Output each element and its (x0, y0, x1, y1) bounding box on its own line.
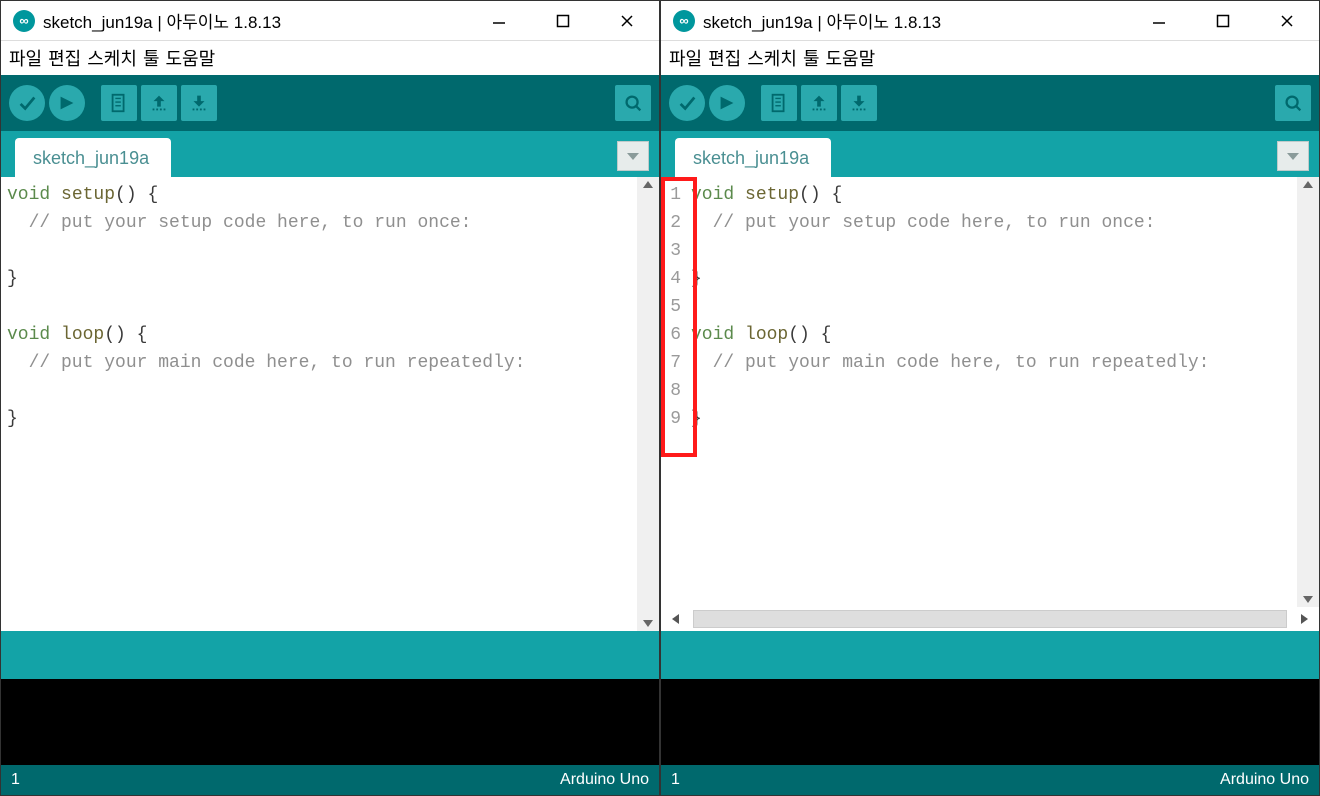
verify-button[interactable] (9, 85, 45, 121)
scroll-left-arrow[interactable] (663, 608, 689, 630)
upload-button[interactable] (49, 85, 85, 121)
minimize-button[interactable] (471, 1, 527, 41)
menu-tools[interactable]: 툴 (143, 45, 160, 71)
close-button[interactable] (1259, 1, 1315, 41)
console (661, 679, 1319, 765)
horizontal-scrollbar[interactable] (661, 607, 1319, 631)
menu-sketch[interactable]: 스케치 (87, 45, 137, 71)
open-button[interactable] (141, 85, 177, 121)
close-button[interactable] (599, 1, 655, 41)
arduino-app-icon: ∞ (673, 10, 695, 32)
open-button[interactable] (801, 85, 837, 121)
status-line: 1 (671, 771, 680, 789)
vertical-scrollbar[interactable] (637, 177, 659, 631)
editor: 123456789 void setup() { // put your set… (661, 177, 1319, 631)
menu-help[interactable]: 도움말 (826, 45, 876, 71)
verify-button[interactable] (669, 85, 705, 121)
menu-file[interactable]: 파일 (669, 45, 702, 71)
sketch-tab[interactable]: sketch_jun19a (15, 138, 171, 177)
status-board: Arduino Uno (1220, 771, 1309, 789)
scroll-track[interactable] (693, 610, 1287, 628)
window-title: sketch_jun19a | 아두이노 1.8.13 (703, 8, 941, 33)
tab-bar: sketch_jun19a (1, 131, 659, 177)
message-bar (661, 631, 1319, 679)
maximize-button[interactable] (1195, 1, 1251, 41)
maximize-button[interactable] (535, 1, 591, 41)
serial-monitor-button[interactable] (1275, 85, 1311, 121)
toolbar (1, 75, 659, 131)
code-area[interactable]: void setup() { // put your setup code he… (1, 177, 637, 631)
vertical-scrollbar[interactable] (1297, 177, 1319, 607)
menu-edit[interactable]: 편집 (708, 45, 741, 71)
tab-menu-dropdown[interactable] (1277, 141, 1309, 171)
save-button[interactable] (841, 85, 877, 121)
tab-bar: sketch_jun19a (661, 131, 1319, 177)
new-button[interactable] (101, 85, 137, 121)
menu-bar: 파일 편집 스케치 툴 도움말 (661, 41, 1319, 75)
status-board: Arduino Uno (560, 771, 649, 789)
menu-tools[interactable]: 툴 (803, 45, 820, 71)
menu-help[interactable]: 도움말 (166, 45, 216, 71)
menu-bar: 파일 편집 스케치 툴 도움말 (1, 41, 659, 75)
arduino-app-icon: ∞ (13, 10, 35, 32)
upload-button[interactable] (709, 85, 745, 121)
toolbar (661, 75, 1319, 131)
save-button[interactable] (181, 85, 217, 121)
status-bar: 1 Arduino Uno (1, 765, 659, 795)
message-bar (1, 631, 659, 679)
tab-menu-dropdown[interactable] (617, 141, 649, 171)
status-line: 1 (11, 771, 20, 789)
titlebar: ∞ sketch_jun19a | 아두이노 1.8.13 (1, 1, 659, 41)
status-bar: 1 Arduino Uno (661, 765, 1319, 795)
console (1, 679, 659, 765)
scroll-right-arrow[interactable] (1291, 608, 1317, 630)
line-number-gutter: 123456789 (661, 177, 685, 607)
window-title: sketch_jun19a | 아두이노 1.8.13 (43, 8, 281, 33)
titlebar: ∞ sketch_jun19a | 아두이노 1.8.13 (661, 1, 1319, 41)
minimize-button[interactable] (1131, 1, 1187, 41)
menu-edit[interactable]: 편집 (48, 45, 81, 71)
editor: void setup() { // put your setup code he… (1, 177, 659, 631)
arduino-window-right: ∞ sketch_jun19a | 아두이노 1.8.13 파일 편집 스케치 … (660, 0, 1320, 796)
new-button[interactable] (761, 85, 797, 121)
serial-monitor-button[interactable] (615, 85, 651, 121)
arduino-window-left: ∞ sketch_jun19a | 아두이노 1.8.13 파일 편집 스케치 … (0, 0, 660, 796)
code-area[interactable]: void setup() { // put your setup code he… (685, 177, 1297, 607)
sketch-tab[interactable]: sketch_jun19a (675, 138, 831, 177)
menu-file[interactable]: 파일 (9, 45, 42, 71)
menu-sketch[interactable]: 스케치 (747, 45, 797, 71)
